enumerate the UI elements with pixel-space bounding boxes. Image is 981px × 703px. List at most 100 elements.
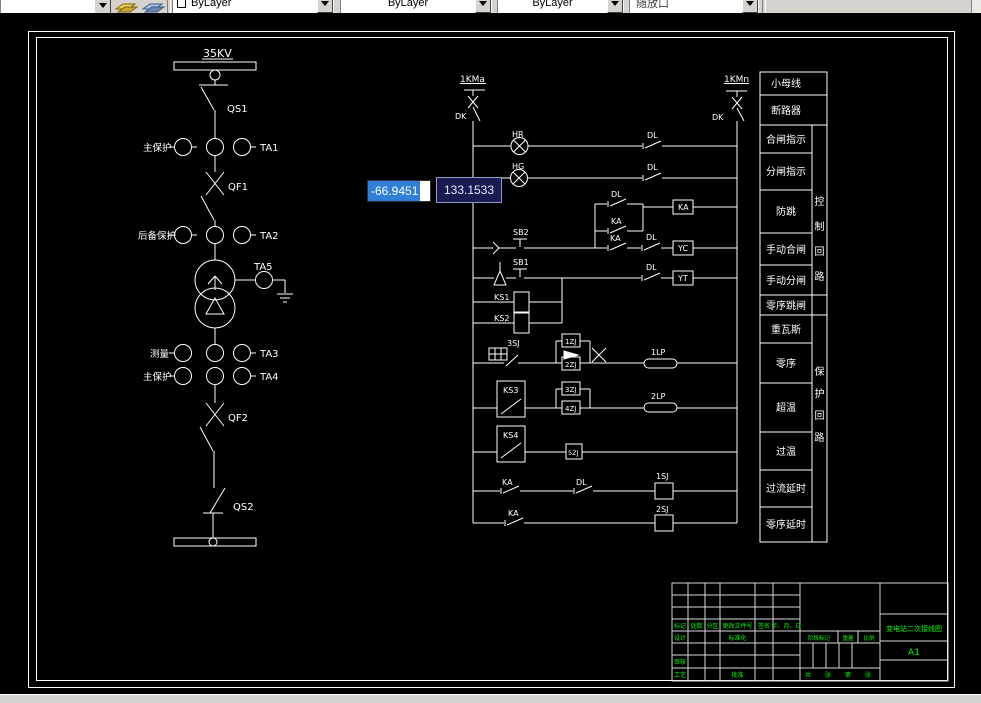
hr-lamp-label: HR	[512, 130, 524, 139]
header-cell: 签名	[758, 622, 770, 630]
header-cell: 分区	[706, 622, 718, 630]
sb1-label: SB1	[513, 258, 529, 267]
table-row: 过温	[776, 445, 796, 458]
main-protection-label-2: 主保护	[143, 371, 172, 383]
table-row: 过流延时	[766, 482, 806, 495]
color-combo-dropdown[interactable]	[317, 0, 333, 13]
control-group-char: 控	[815, 195, 825, 208]
zj4-label: 4ZJ	[565, 405, 576, 413]
sj2-label: 2SJ	[656, 505, 669, 514]
dk-label-right: DK	[712, 113, 724, 122]
control-group-char: 回	[815, 246, 825, 258]
color-combo-value: ByLayer	[191, 0, 232, 9]
control-group-char: 制	[815, 220, 825, 233]
sj1-label: 1SJ	[656, 472, 669, 481]
dl-label-trip: DL	[646, 263, 657, 272]
voltage-label: 35KV	[203, 47, 232, 60]
qf1-label: QF1	[228, 182, 248, 193]
plotstyle-combo-value: 随放口	[636, 0, 669, 10]
zj2-label: 2ZJ	[565, 361, 576, 369]
dl-label-1sj: DL	[576, 478, 587, 487]
header-cell: 更改文件号	[722, 622, 752, 630]
chevron-down-icon	[321, 0, 329, 6]
dynamic-input-y-value: 133.1533	[443, 183, 495, 197]
ta4-label: TA4	[259, 372, 279, 383]
sj3-label: 3SJ	[507, 339, 520, 348]
yt-coil-label: YT	[677, 274, 688, 283]
table-row: 合闸指示	[766, 133, 806, 146]
table-row: 分闸指示	[766, 165, 806, 178]
drawing-title: 变电站二次接线图	[886, 624, 942, 633]
backup-protection-label: 后备保护	[138, 230, 176, 242]
header-cell: 标记	[674, 622, 686, 630]
dl-label-hg: DL	[647, 163, 658, 172]
lp2-label: 2LP	[651, 392, 666, 401]
stage-mark-label: 阶段标记	[808, 634, 831, 642]
linetype-combo-value: ByLayer	[387, 0, 429, 9]
ta3-label: TA3	[259, 349, 279, 360]
ka-label-close: KA	[610, 234, 621, 243]
ta5-label: TA5	[253, 262, 273, 273]
header-cell: 处数	[690, 622, 702, 630]
review-label: 审核	[674, 658, 686, 666]
weight-label: 重量	[842, 634, 854, 642]
measurement-label: 测量	[150, 349, 170, 360]
chevron-down-icon	[98, 2, 107, 8]
dynamic-input-x-field[interactable]: -66.9451	[367, 180, 431, 202]
dynamic-input-y-field[interactable]: 133.1533	[436, 177, 502, 203]
chevron-down-icon	[479, 0, 487, 6]
sheet-cell: 张	[825, 671, 831, 679]
ka-label-antipump: KA	[611, 217, 622, 226]
lineweight-combo[interactable]: ByLayer	[497, 0, 624, 13]
hg-lamp-label: HG	[512, 162, 524, 171]
make-object-layer-current-icon[interactable]	[114, 0, 138, 13]
linetype-combo-dropdown[interactable]	[475, 0, 491, 13]
dk-label-left: DK	[455, 112, 467, 121]
table-row: 小母线	[771, 77, 801, 90]
color-combo[interactable]: ByLayer	[172, 0, 334, 13]
dynamic-input-x-value: -66.9451	[368, 181, 421, 201]
linetype-combo[interactable]: ByLayer	[340, 0, 492, 13]
plotstyle-combo-dropdown[interactable]	[742, 0, 758, 13]
design-label: 设计	[674, 634, 686, 642]
table-row: 断路器	[771, 104, 801, 117]
drawing-canvas[interactable]: 35KV QS1 主保护 TA1 QF1 后备保护 TA2 TA5 测量 TA3…	[0, 0, 981, 702]
header-cell: 年、月、日	[771, 622, 801, 630]
layer-combo[interactable]	[0, 0, 95, 13]
main-protection-label: 主保护	[143, 142, 172, 154]
ks1-label: KS1	[494, 293, 509, 302]
protection-group-char: 回	[815, 410, 825, 422]
ka-coil-label: KA	[678, 203, 689, 212]
table-row: 手动分闸	[766, 274, 806, 287]
sb2-label: SB2	[513, 228, 529, 237]
bus-right-label: 1KMn	[724, 75, 749, 85]
dl-label-antipump: DL	[611, 190, 622, 199]
paper-size-label: A1	[908, 648, 920, 658]
table-row: 超温	[776, 401, 796, 414]
craft-label: 工艺	[674, 671, 686, 679]
zj3-label: 3ZJ	[565, 386, 576, 394]
sheet-cell: 张	[865, 671, 871, 679]
lp1-label: 1LP	[651, 348, 666, 357]
table-row: 零序	[776, 357, 796, 370]
ks2-label: KS2	[494, 314, 509, 323]
properties-toolbar: ByLayer ByLayer ByLayer 随放口	[0, 0, 981, 13]
yc-coil-label: YC	[677, 244, 688, 253]
approve-label: 批准	[731, 671, 743, 679]
dl-label-hr: DL	[647, 131, 658, 140]
lineweight-combo-dropdown[interactable]	[607, 0, 623, 13]
ka-label-2sj: KA	[508, 509, 519, 518]
plotstyle-combo[interactable]: 随放口	[629, 0, 759, 13]
ta1-label: TA1	[259, 143, 279, 154]
ka-label-1sj: KA	[502, 478, 513, 487]
toolbar-edge	[971, 0, 981, 13]
sheet-cell: 共	[805, 671, 811, 679]
protection-group-char: 护	[815, 387, 825, 400]
chevron-down-icon	[611, 0, 619, 6]
qf2-label: QF2	[228, 413, 248, 424]
ks3-label: KS3	[503, 386, 518, 395]
layer-combo-arrow[interactable]	[94, 0, 111, 13]
control-group-char: 路	[815, 270, 825, 283]
lineweight-combo-value: ByLayer	[532, 0, 573, 9]
layer-previous-icon[interactable]	[141, 0, 165, 13]
